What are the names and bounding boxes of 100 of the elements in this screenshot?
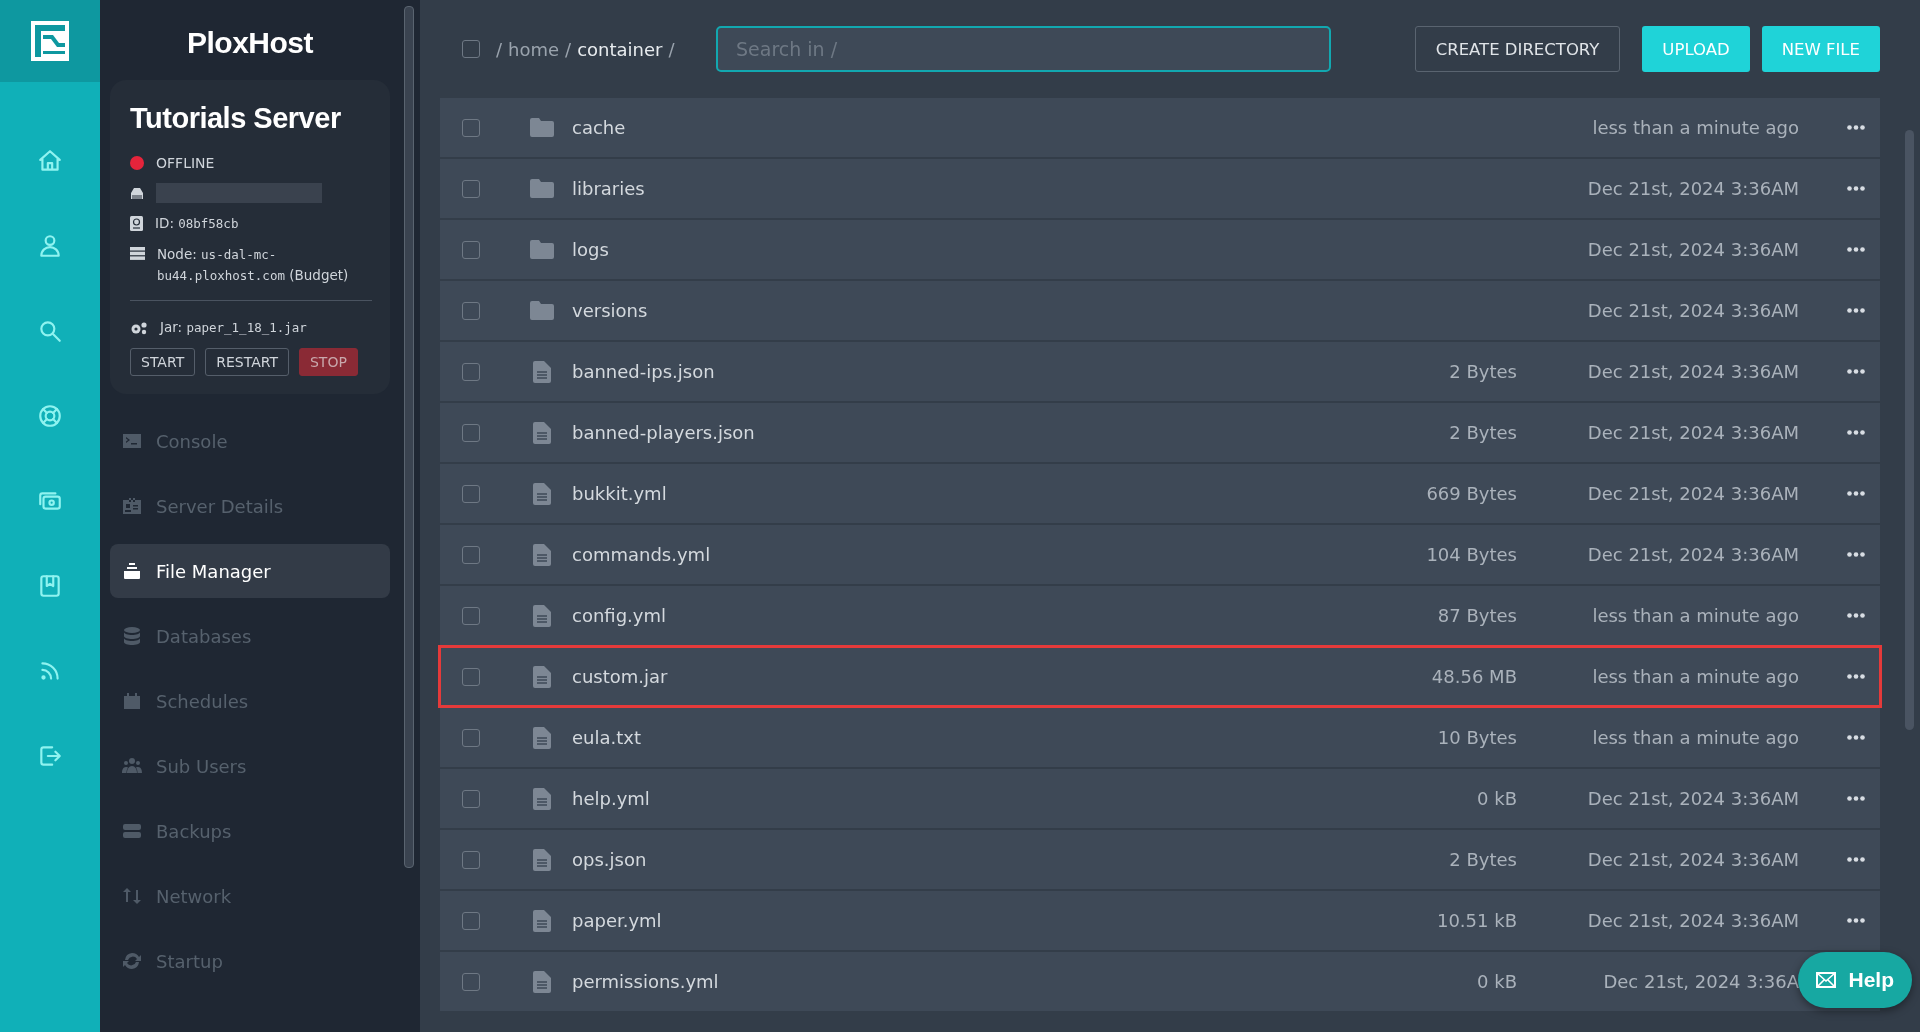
power-button[interactable]: RESTART (205, 348, 289, 376)
file-row[interactable]: paper.yml 10.51 kB Dec 21st, 2024 3:36AM (440, 891, 1880, 950)
file-size: 87 Bytes (1437, 605, 1517, 626)
file-row[interactable]: libraries Dec 21st, 2024 3:36AM (440, 159, 1880, 218)
folder-icon (530, 240, 554, 259)
file-name: libraries (572, 178, 646, 199)
stack-icon (122, 561, 142, 581)
book-icon[interactable] (37, 573, 63, 599)
more-icon[interactable] (1847, 552, 1865, 557)
row-checkbox[interactable] (462, 423, 480, 442)
row-checkbox[interactable] (462, 972, 480, 991)
row-checkbox[interactable] (462, 789, 480, 808)
file-icon (530, 909, 554, 932)
logout-icon[interactable] (37, 743, 63, 769)
file-name: help.yml (572, 788, 651, 809)
server-rack-icon (130, 247, 145, 260)
row-checkbox[interactable] (462, 728, 480, 747)
stop-button[interactable]: STOP (298, 348, 358, 376)
modified-date: Dec 21st, 2024 3:36AM (1587, 544, 1799, 565)
server-status: OFFLINE (156, 155, 215, 171)
file-icon (530, 970, 554, 993)
file-name: cache (572, 117, 627, 138)
user-icon[interactable] (37, 233, 63, 259)
file-row[interactable]: custom.jar 48.56 MB less than a minute ago (440, 647, 1880, 706)
file-row[interactable]: banned-ips.json 2 Bytes Dec 21st, 2024 3:36AM (440, 342, 1880, 401)
modified-date: Dec 21st, 2024 3:36AM (1587, 361, 1799, 382)
scrollbar[interactable] (404, 6, 414, 868)
file-row[interactable]: versions Dec 21st, 2024 3:36AM (440, 281, 1880, 340)
create-directory-button[interactable]: CREATE DIRECTORY (1414, 26, 1621, 72)
row-checkbox[interactable] (462, 667, 480, 686)
row-checkbox[interactable] (462, 850, 480, 869)
file-row[interactable]: commands.yml 104 Bytes Dec 21st, 2024 3:36AM (440, 525, 1880, 584)
calendar-icon (122, 691, 142, 711)
folder-icon (530, 179, 554, 198)
select-all-checkbox[interactable] (462, 40, 480, 58)
folder-icon (530, 118, 554, 137)
more-icon[interactable] (1847, 918, 1865, 923)
row-checkbox[interactable] (462, 118, 480, 137)
arrows-icon (122, 886, 142, 906)
scrollbar[interactable] (1905, 130, 1914, 730)
file-row[interactable]: banned-players.json 2 Bytes Dec 21st, 2024 3:36AM (440, 403, 1880, 462)
row-checkbox[interactable] (462, 179, 480, 198)
more-icon[interactable] (1847, 125, 1865, 130)
more-icon[interactable] (1847, 674, 1865, 679)
row-checkbox[interactable] (462, 362, 480, 381)
row-checkbox[interactable] (462, 911, 480, 930)
file-size: 10 Bytes (1437, 727, 1517, 748)
file-name: config.yml (572, 605, 667, 626)
file-row[interactable]: bukkit.yml 669 Bytes Dec 21st, 2024 3:36AM (440, 464, 1880, 523)
breadcrumb-link[interactable]: container (577, 38, 663, 60)
file-icon (530, 665, 554, 688)
more-icon[interactable] (1847, 796, 1865, 801)
modified-date: Dec 21st, 2024 3:36AM (1587, 788, 1799, 809)
row-checkbox[interactable] (462, 240, 480, 259)
more-icon[interactable] (1847, 430, 1865, 435)
search-icon[interactable] (37, 318, 63, 344)
more-icon[interactable] (1847, 369, 1865, 374)
folder-icon (530, 301, 554, 320)
file-icon (530, 360, 554, 383)
file-row[interactable]: logs Dec 21st, 2024 3:36AM (440, 220, 1880, 279)
more-icon[interactable] (1847, 247, 1865, 252)
sync-icon (122, 951, 142, 971)
row-checkbox[interactable] (462, 606, 480, 625)
row-checkbox[interactable] (462, 484, 480, 503)
file-size: 0 kB (1477, 788, 1517, 809)
more-icon[interactable] (1847, 491, 1865, 496)
more-icon[interactable] (1847, 735, 1865, 740)
file-icon (530, 787, 554, 810)
power-button[interactable]: START (130, 348, 196, 376)
ethernet-icon (130, 187, 144, 199)
file-size: 48.56 MB (1431, 666, 1517, 687)
file-name: versions (572, 300, 649, 321)
file-size: 2 Bytes (1449, 361, 1517, 382)
nav-item[interactable]: File Manager (110, 544, 390, 598)
file-size: 2 Bytes (1449, 849, 1517, 870)
breadcrumb-link[interactable]: home (508, 38, 560, 60)
lifebuoy-icon[interactable] (37, 403, 63, 429)
row-checkbox[interactable] (462, 545, 480, 564)
more-icon[interactable] (1847, 857, 1865, 862)
modified-date: Dec 21st, 2024 3:36AM (1587, 422, 1799, 443)
passport-icon (130, 216, 143, 231)
file-row[interactable]: config.yml 87 Bytes less than a minute ago (440, 586, 1880, 645)
more-icon[interactable] (1847, 186, 1865, 191)
file-icon (530, 482, 554, 505)
file-row[interactable]: cache less than a minute ago (440, 98, 1880, 157)
home-icon[interactable] (37, 148, 63, 174)
file-name: paper.yml (572, 910, 663, 931)
row-checkbox[interactable] (462, 301, 480, 320)
more-icon[interactable] (1847, 308, 1865, 313)
path-separator: / (496, 38, 503, 60)
users-icon (122, 756, 142, 776)
file-row[interactable]: ops.json 2 Bytes Dec 21st, 2024 3:36AM (440, 830, 1880, 889)
more-icon[interactable] (1847, 613, 1865, 618)
file-row[interactable]: help.yml 0 kB Dec 21st, 2024 3:36AM (440, 769, 1880, 828)
mail-icon (1816, 972, 1837, 988)
file-row[interactable]: eula.txt 10 Bytes less than a minute ago (440, 708, 1880, 767)
modified-date: Dec 21st, 2024 3:36AM (1587, 239, 1799, 260)
brand-name: PloxHost (186, 26, 314, 60)
file-name: banned-players.json (572, 422, 756, 443)
logo-icon[interactable] (0, 0, 100, 82)
